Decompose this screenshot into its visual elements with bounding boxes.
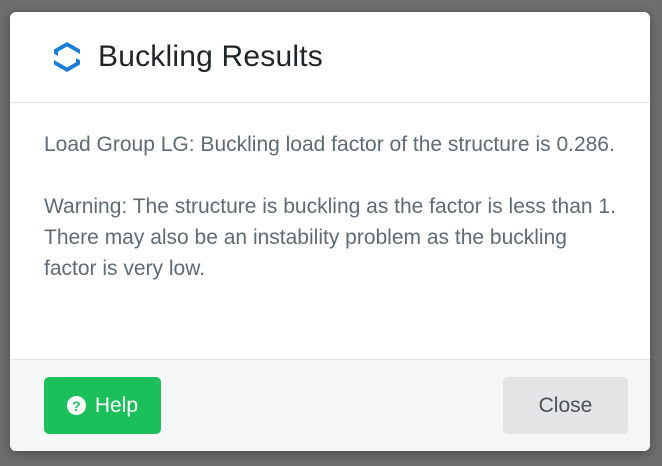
skyciv-logo-icon: [50, 40, 84, 74]
buckling-warning-text: Warning: The structure is buckling as th…: [44, 195, 616, 280]
dialog-body: Load Group LG: Buckling load factor of t…: [10, 103, 650, 359]
dialog-title: Buckling Results: [98, 40, 323, 73]
question-circle-icon: ?: [66, 396, 86, 415]
help-button-label: Help: [94, 393, 139, 417]
dialog-footer: ? Help Close: [10, 359, 650, 451]
close-button-label: Close: [538, 393, 593, 417]
buckling-result-text: Load Group LG: Buckling load factor of t…: [44, 133, 615, 156]
buckling-results-dialog: Buckling Results Load Group LG: Buckling…: [10, 12, 650, 451]
help-button[interactable]: ? Help: [44, 377, 161, 434]
dialog-header: Buckling Results: [10, 12, 650, 103]
close-button[interactable]: Close: [503, 377, 628, 434]
